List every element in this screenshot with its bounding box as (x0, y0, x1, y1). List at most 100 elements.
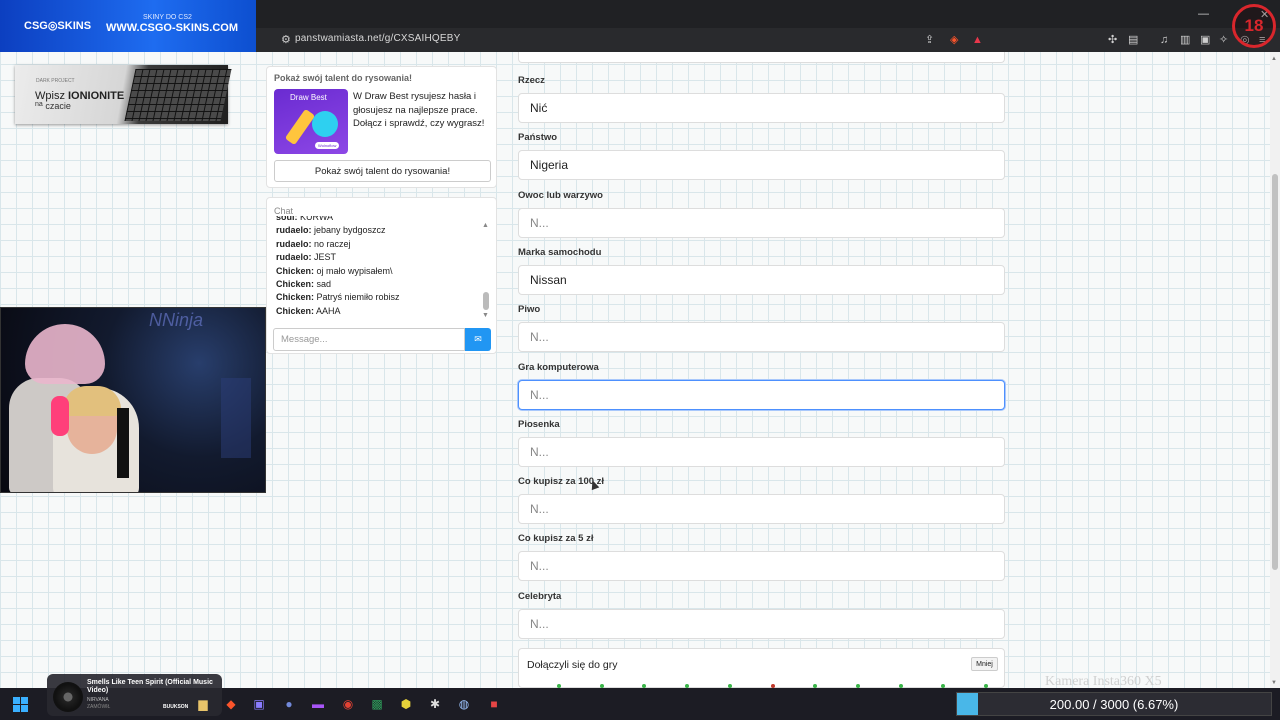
page-scrollbar[interactable] (1270, 52, 1280, 688)
chat-message: rudaelo: JEST (276, 251, 481, 264)
microphone-arm (117, 408, 129, 478)
obs-icon[interactable]: ◉ (341, 697, 355, 711)
windows-icon[interactable] (13, 697, 28, 712)
excel-icon[interactable]: ▩ (370, 697, 384, 711)
antivirus-icon[interactable]: ■ (487, 697, 501, 711)
chat-message-text: KURWA (297, 216, 334, 222)
keyboard-ad[interactable]: DARK PROJECT Wpisz IONIONITE na czacie (15, 65, 232, 124)
previous-field-input[interactable] (518, 52, 1005, 63)
file-explorer-icon[interactable]: ▆ (196, 697, 210, 711)
sidebar-icon[interactable]: ▥ (1180, 34, 1190, 46)
field-label: Piosenka (518, 418, 560, 430)
answer-input[interactable] (518, 608, 1005, 639)
settings-icon[interactable]: ✱ (428, 697, 442, 711)
chat-message-text: sad (314, 278, 332, 289)
chat-title: Chat (274, 206, 294, 216)
form-field: Owoc lub warzywo (518, 190, 1005, 238)
ad-subline-text: czacie (45, 101, 71, 111)
background-light (221, 378, 251, 458)
age-restriction-badge: 18 (1232, 4, 1276, 48)
answer-input[interactable] (518, 93, 1005, 123)
vinyl-disc-icon (53, 682, 83, 712)
chat-send-button[interactable]: ✉ (465, 328, 491, 351)
chat-message-user[interactable]: rudaelo: (276, 252, 312, 262)
streamer-hair (63, 386, 121, 416)
minimize-icon[interactable]: — (1198, 8, 1209, 20)
chat-message-user[interactable]: Chicken: (276, 306, 314, 316)
chat-scroll-up-icon[interactable]: ▲ (482, 222, 489, 229)
chat-message: Chicken: AAHA (276, 305, 481, 318)
chat-message: rudaelo: no raczej (276, 238, 481, 251)
draw-best-image[interactable]: Draw Best Wolnoflow (274, 89, 348, 154)
headset-icon (51, 396, 69, 436)
draw-card-description: W Draw Best rysujesz hasła i głosujesz n… (353, 91, 485, 129)
chat-message-user[interactable]: Chicken: (276, 266, 314, 276)
song-title: Smells Like Teen Spirit (Official Music … (87, 679, 213, 694)
brave-icon[interactable]: ◆ (224, 697, 238, 711)
scroll-down-icon[interactable]: ▼ (1271, 680, 1277, 686)
answer-input[interactable] (518, 379, 1005, 410)
ad-subline: na czacie (35, 101, 71, 111)
chat-message-text: jebany bydgoszcz (311, 225, 386, 236)
joined-players-panel: Dołączyli się do gry Mniej (518, 648, 1005, 688)
wallet-icon[interactable]: ▣ (1200, 34, 1210, 46)
chat-message-user[interactable]: Chicken: (276, 292, 314, 302)
chat-message-input[interactable] (273, 328, 465, 351)
chat-scrollbar-thumb[interactable] (483, 292, 489, 310)
chat-message-user[interactable]: rudaelo: (276, 239, 312, 249)
ad-brand: DARK PROJECT (36, 78, 75, 84)
webcam-feed: NNinja (0, 307, 266, 493)
field-label: Gra komputerowa (518, 361, 599, 373)
music-icon[interactable]: ♫ (1160, 34, 1168, 46)
field-label: Marka samochodu (518, 246, 602, 258)
nzxt-icon[interactable]: ▬ (311, 697, 325, 711)
discord-icon[interactable]: ● (282, 697, 296, 711)
paint-blob-icon (312, 111, 338, 137)
leo-icon[interactable]: ✧ (1219, 34, 1228, 46)
steam-icon[interactable]: ◍ (457, 697, 471, 711)
send-message-icon: ✉ (474, 334, 482, 344)
promo-tagline: SKINY DO CS2 (143, 14, 192, 21)
chat-scroll-down-icon[interactable]: ▼ (482, 312, 489, 319)
promo-logo: CSG◎SKINS (24, 20, 92, 32)
song-requester: BUUKSON (163, 704, 189, 710)
chat-message-list[interactable]: soul: KURWA rudaelo: jebany bydgoszcz ruda… (276, 216, 481, 322)
draw-image-badge: Wolnoflow (315, 142, 340, 149)
show-talent-button[interactable]: Pokaż swój talent do rysowania! (274, 160, 491, 182)
show-less-button[interactable]: Mniej (971, 657, 998, 671)
answer-input[interactable] (518, 207, 1005, 238)
bunny-ears (25, 324, 105, 384)
chat-message-user[interactable]: Chicken: (276, 279, 314, 289)
promo-site: WWW.CSGO-SKINS.COM (106, 22, 238, 34)
song-requested-label: ZAMÓWIŁ (87, 704, 111, 710)
teams-icon[interactable]: ▣ (252, 697, 266, 711)
answer-input[interactable] (518, 551, 1005, 582)
reader-icon[interactable]: ▤ (1128, 34, 1138, 46)
chat-message-user[interactable]: soul: (276, 216, 298, 222)
chat-message-text: no raczej (311, 238, 351, 249)
page-scrollbar-thumb[interactable] (1272, 174, 1278, 570)
answer-input[interactable] (518, 264, 1005, 295)
song-artist: NIRVANA (87, 697, 109, 703)
answer-input[interactable] (518, 150, 1005, 181)
form-field: Piwo (518, 304, 1005, 353)
form-field: Rzecz (518, 75, 1005, 123)
chat-message-user[interactable]: rudaelo: (276, 225, 312, 235)
field-label: Państwo (518, 132, 558, 144)
donation-goal-bar: 200.00 / 3000 (6.67%) (956, 692, 1272, 716)
answer-input[interactable] (518, 322, 1005, 353)
extensions-icon[interactable]: ✣ (1108, 34, 1117, 46)
site-info-icon[interactable]: ⚙ (281, 34, 291, 46)
form-field: Piosenka (518, 419, 1005, 467)
field-label: Co kupisz za 5 zł (518, 533, 594, 545)
answer-input[interactable] (518, 436, 1005, 467)
answer-input[interactable] (518, 494, 1005, 525)
hexagon-app-icon[interactable]: ⬢ (399, 697, 413, 711)
field-label: Celebryta (518, 590, 562, 602)
chat-message: soul: KURWA (276, 216, 481, 224)
chat-message: rudaelo: jebany bydgoszcz (276, 224, 481, 237)
draw-best-card: Pokaż swój talent do rysowania! Draw Bes… (266, 66, 497, 188)
chat-message: Chicken: Patryś niemiło robisz (276, 291, 481, 304)
url-text[interactable]: panstwamiasta.net/g/CXSAIHQEBY (295, 33, 461, 44)
scroll-up-icon[interactable]: ▲ (1271, 56, 1277, 62)
